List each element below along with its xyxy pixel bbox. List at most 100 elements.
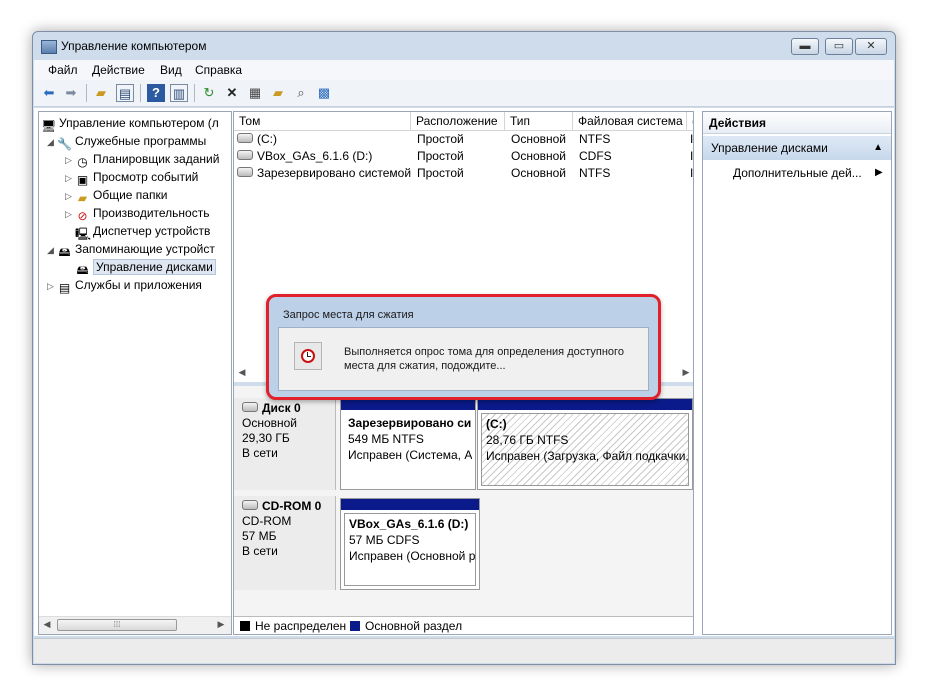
volume-row[interactable]: (C:) Простой Основной NTFS І — [234, 131, 693, 148]
clock-icon: ◷ — [77, 155, 88, 169]
refresh-icon[interactable]: ↻ — [200, 84, 218, 102]
disk-legend: Не распределен Основной раздел — [234, 616, 693, 634]
tree-item-disk-management[interactable]: 🖴 Управление дисками — [65, 258, 216, 277]
status-bar — [34, 638, 894, 663]
tree-item-computer-management[interactable]: 🖥 Управление компьютером (л — [41, 114, 219, 133]
tree-item-performance[interactable]: ▷ ⊘ Производительность — [65, 204, 209, 223]
delete-icon[interactable]: ✕ — [223, 84, 241, 102]
close-button[interactable]: ✕ — [855, 38, 887, 55]
cdrom-0-label[interactable]: CD-ROM 0 CD-ROM 57 МБ В сети — [234, 496, 336, 590]
tools-icon: 🔧 — [57, 137, 72, 151]
disk-kind: Основной — [242, 416, 298, 430]
volume-row[interactable]: Зарезервировано системой Простой Основно… — [234, 165, 693, 182]
column-type[interactable]: Тип — [505, 112, 573, 130]
partition-size: 57 МБ CDFS — [349, 533, 420, 547]
column-volume[interactable]: Том — [234, 112, 411, 130]
submenu-arrow-icon: ▶ — [875, 167, 883, 178]
partition-c[interactable]: (C:) 28,76 ГБ NTFS Исправен (Загрузка, Ф… — [477, 398, 693, 490]
volume-row[interactable]: VBox_GAs_6.1.6 (D:) Простой Основной CDF… — [234, 148, 693, 165]
menu-file[interactable]: Файл — [48, 63, 78, 77]
partition-status: Исправен (Система, А — [348, 448, 472, 462]
device-manager-icon: 🖳 — [75, 227, 92, 241]
performance-icon: ⊘ — [77, 209, 88, 223]
column-filesystem[interactable]: Файловая система — [573, 112, 687, 130]
column-layout[interactable]: Расположение — [411, 112, 505, 130]
computer-management-icon: 🖥 — [41, 119, 57, 133]
scroll-right-arrow-icon[interactable]: ▶ — [680, 367, 692, 378]
partition-size: 28,76 ГБ NTFS — [486, 433, 569, 447]
drive-icon — [237, 133, 253, 143]
expand-arrow-icon[interactable]: ▷ — [47, 277, 57, 295]
partition-color-bar — [341, 499, 479, 510]
disk-name: Диск 0 — [262, 401, 301, 415]
actions-header: Действия — [703, 112, 891, 134]
drive-icon — [237, 167, 253, 177]
partition-name: (C:) — [486, 417, 507, 431]
event-viewer-icon: ▣ — [76, 173, 89, 187]
menu-view[interactable]: Вид — [160, 63, 182, 77]
help-panel-icon[interactable]: ▥ — [170, 84, 188, 102]
dialog-body: Выполняется опрос тома для определения д… — [278, 327, 649, 391]
disk-graph-view: Диск 0 Основной 29,30 ГБ В сети Зарезерв… — [234, 386, 693, 616]
back-arrow-icon[interactable]: ⬅ — [40, 84, 58, 102]
partition-name: VBox_GAs_6.1.6 (D:) — [349, 517, 469, 531]
expand-arrow-icon[interactable]: ▷ — [65, 169, 75, 187]
partition-status: Исправен (Основной р — [349, 549, 476, 563]
collapse-arrow-icon[interactable]: ◢ — [47, 241, 57, 259]
toolbar-separator — [86, 84, 87, 102]
scroll-left-arrow-icon[interactable]: ◀ — [41, 619, 53, 630]
clock-icon — [294, 342, 322, 370]
partition-color-bar — [341, 399, 475, 410]
actions-disk-management[interactable]: Управление дисками ▲ — [703, 136, 891, 160]
tree-item-device-manager[interactable]: 🖳 Диспетчер устройств — [65, 222, 210, 241]
maximize-button[interactable]: ▭ — [825, 38, 853, 55]
menu-help[interactable]: Справка — [195, 63, 242, 77]
toolbar: ⬅ ➡ ▰ ▤ ? ▥ ↻ ✕ ▦ ▰ ⌕ ▩ — [34, 80, 894, 107]
partition-status: Исправен (Загрузка, Файл подкачки, — [486, 449, 689, 463]
up-folder-icon[interactable]: ▰ — [92, 84, 110, 102]
partition-d[interactable]: VBox_GAs_6.1.6 (D:) 57 МБ CDFS Исправен … — [340, 498, 480, 590]
disk-icon — [242, 402, 258, 412]
expand-arrow-icon[interactable]: ▷ — [65, 205, 75, 223]
shrink-query-dialog: Запрос места для сжатия Выполняется опро… — [266, 294, 661, 400]
window-title: Управление компьютером — [61, 39, 207, 53]
storage-icon: 🖴 — [58, 245, 71, 259]
show-hide-tree-icon[interactable]: ▤ — [116, 84, 134, 102]
legend-primary: Основной раздел — [365, 619, 463, 633]
expand-arrow-icon[interactable]: ▷ — [65, 187, 75, 205]
legend-unallocated: Не распределен — [255, 619, 347, 633]
expand-arrow-icon[interactable]: ▷ — [65, 151, 75, 169]
column-status[interactable]: ( — [687, 112, 693, 130]
collapse-up-icon[interactable]: ▲ — [873, 136, 883, 160]
tree-item-task-scheduler[interactable]: ▷ ◷ Планировщик заданий — [65, 150, 219, 169]
help-icon[interactable]: ? — [147, 84, 165, 102]
partition-size: 549 МБ NTFS — [348, 432, 424, 446]
disk-size: 57 МБ — [242, 529, 277, 543]
minimize-button[interactable]: ▬ — [791, 38, 819, 55]
search-icon[interactable]: ⌕ — [292, 84, 310, 102]
volume-list-header: Том Расположение Тип Файловая система ( — [234, 112, 693, 131]
forward-arrow-icon[interactable]: ➡ — [62, 84, 80, 102]
toolbar-separator — [140, 84, 141, 102]
menu-action[interactable]: Действие — [92, 63, 145, 77]
scrollbar-thumb[interactable]: ⁞⁞⁞ — [57, 619, 177, 631]
tree-item-system-tools[interactable]: ◢ 🔧 Служебные программы — [47, 132, 206, 151]
actions-more[interactable]: Дополнительные дей... ▶ — [733, 164, 883, 182]
tree-item-storage[interactable]: ◢ 🖴 Запоминающие устройст — [47, 240, 215, 259]
tree-item-services[interactable]: ▷ ▤ Службы и приложения — [47, 276, 202, 295]
scroll-left-arrow-icon[interactable]: ◀ — [236, 367, 248, 378]
tree-horizontal-scrollbar[interactable]: ◀ ⁞⁞⁞ ▶ — [39, 616, 231, 634]
open-folder-icon[interactable]: ▰ — [269, 84, 287, 102]
scroll-right-arrow-icon[interactable]: ▶ — [215, 619, 227, 630]
menu-bar: Файл Действие Вид Справка — [34, 60, 894, 80]
collapse-arrow-icon[interactable]: ◢ — [47, 133, 57, 151]
disk-0-label[interactable]: Диск 0 Основной 29,30 ГБ В сети — [234, 398, 336, 490]
tree-item-shared-folders[interactable]: ▷ ▰ Общие папки — [65, 186, 167, 205]
legend-primary-swatch — [350, 621, 360, 631]
export-icon[interactable]: ▩ — [315, 84, 333, 102]
computer-management-icon — [41, 40, 57, 54]
properties-icon[interactable]: ▦ — [246, 84, 264, 102]
tree-item-event-viewer[interactable]: ▷ ▣ Просмотр событий — [65, 168, 198, 187]
partition-reserved[interactable]: Зарезервировано си 549 МБ NTFS Исправен … — [340, 398, 476, 490]
dialog-title: Запрос места для сжатия — [283, 309, 414, 321]
